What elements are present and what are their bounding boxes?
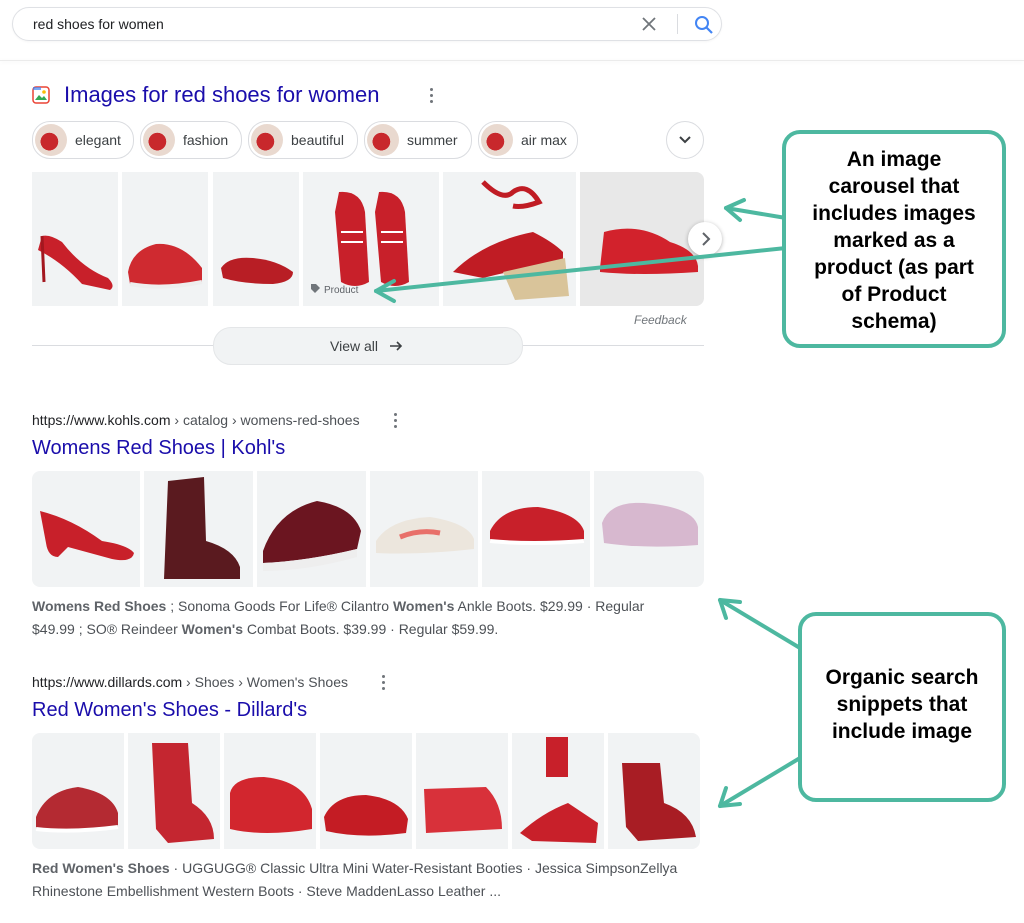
arrow-to-kohls-snippet [718, 598, 802, 650]
callout-line: carousel that [828, 175, 960, 198]
callout-line: schema) [851, 310, 937, 333]
callout-line: includes images [812, 202, 976, 225]
callout-image-carousel: An image carousel that includes images m… [782, 130, 1006, 348]
callout-line: snippets that [836, 693, 968, 716]
callout-line: An image [846, 148, 942, 171]
callout-line: include image [831, 720, 973, 743]
callout-line: Organic search [825, 666, 979, 689]
arrow-to-product-badge [374, 246, 788, 293]
arrow-to-dillards-snippet [718, 756, 802, 808]
callout-line: of Product [841, 283, 947, 306]
callout-text: Organic search snippets that include ima… [802, 664, 1002, 745]
callout-text: An image carousel that includes images m… [786, 146, 1002, 335]
callout-line: product (as part [814, 256, 974, 279]
callout-line: marked as a [833, 229, 955, 252]
callout-organic-snippets: Organic search snippets that include ima… [798, 612, 1006, 802]
